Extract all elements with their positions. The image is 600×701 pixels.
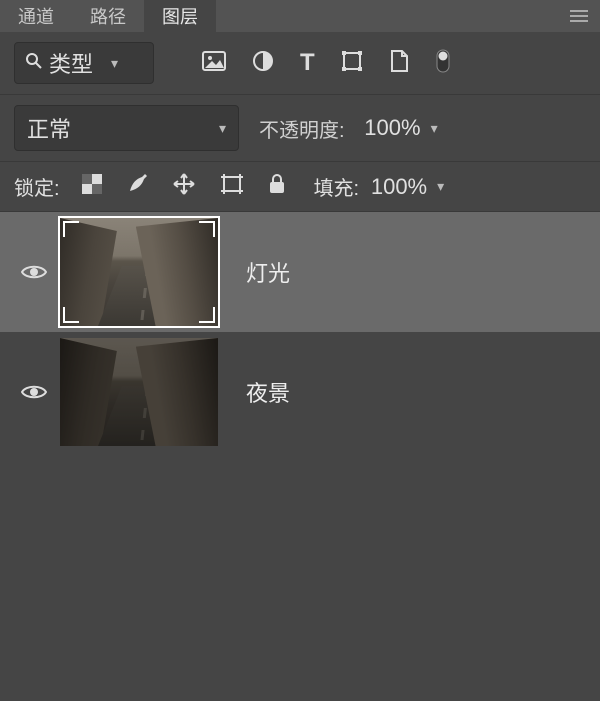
filter-pixel-icon[interactable] bbox=[202, 51, 226, 76]
filter-type-text-icon[interactable]: T bbox=[300, 51, 315, 75]
eye-icon bbox=[21, 383, 47, 401]
fill-control[interactable]: 100% ▾ bbox=[365, 174, 444, 200]
layer-item[interactable]: 灯光 bbox=[0, 212, 600, 332]
chevron-down-icon: ▾ bbox=[437, 178, 444, 195]
lock-artboard-icon[interactable] bbox=[220, 173, 244, 200]
blend-mode-value: 正常 bbox=[27, 112, 71, 144]
lock-all-icon[interactable] bbox=[268, 173, 286, 200]
lock-position-icon[interactable] bbox=[172, 172, 196, 201]
lock-transparency-icon[interactable] bbox=[82, 174, 102, 199]
layers-panel-body: 类型 ▾ T 正常 ▾ 不透明度: bbox=[0, 32, 600, 701]
chevron-down-icon: ▾ bbox=[431, 120, 438, 137]
layer-thumbnail[interactable] bbox=[60, 338, 218, 446]
blend-mode-select[interactable]: 正常 ▾ bbox=[14, 105, 239, 151]
lock-pixels-icon[interactable] bbox=[126, 173, 148, 200]
panel-menu-button[interactable] bbox=[568, 8, 590, 24]
fill-label: 填充: bbox=[314, 172, 360, 201]
layer-filter-row: 类型 ▾ T bbox=[0, 32, 600, 95]
opacity-value: 100% bbox=[359, 115, 421, 141]
lock-icons bbox=[82, 172, 286, 201]
opacity-control[interactable]: 100% ▾ bbox=[359, 115, 438, 141]
lock-row: 锁定: 填充: 100% ▾ bbox=[0, 162, 600, 212]
visibility-toggle[interactable] bbox=[14, 263, 54, 281]
filter-adjustment-icon[interactable] bbox=[252, 50, 274, 77]
layer-thumbnail[interactable] bbox=[60, 218, 218, 326]
layer-list: 灯光 夜景 bbox=[0, 212, 600, 452]
tab-paths[interactable]: 路径 bbox=[72, 0, 144, 32]
filter-toggle-switch[interactable] bbox=[435, 48, 451, 79]
filter-smartobject-icon[interactable] bbox=[389, 49, 409, 78]
search-icon bbox=[25, 50, 43, 76]
opacity-label: 不透明度: bbox=[259, 114, 345, 143]
filter-type-icons: T bbox=[202, 48, 451, 79]
visibility-toggle[interactable] bbox=[14, 383, 54, 401]
filter-shape-icon[interactable] bbox=[341, 50, 363, 77]
chevron-down-icon: ▾ bbox=[219, 120, 226, 137]
blend-mode-row: 正常 ▾ 不透明度: 100% ▾ bbox=[0, 95, 600, 162]
fill-value: 100% bbox=[365, 174, 427, 200]
chevron-down-icon: ▾ bbox=[111, 55, 118, 72]
tab-channels[interactable]: 通道 bbox=[0, 0, 72, 32]
eye-icon bbox=[21, 263, 47, 281]
filter-type-label: 类型 bbox=[49, 47, 93, 79]
panel-tabs: 通道 路径 图层 bbox=[0, 0, 600, 32]
layer-name-label[interactable]: 夜景 bbox=[246, 376, 290, 408]
layer-item[interactable]: 夜景 bbox=[0, 332, 600, 452]
lock-label: 锁定: bbox=[14, 172, 60, 201]
layer-name-label[interactable]: 灯光 bbox=[246, 256, 290, 288]
tab-layers[interactable]: 图层 bbox=[144, 0, 216, 32]
filter-type-select[interactable]: 类型 ▾ bbox=[14, 42, 154, 84]
